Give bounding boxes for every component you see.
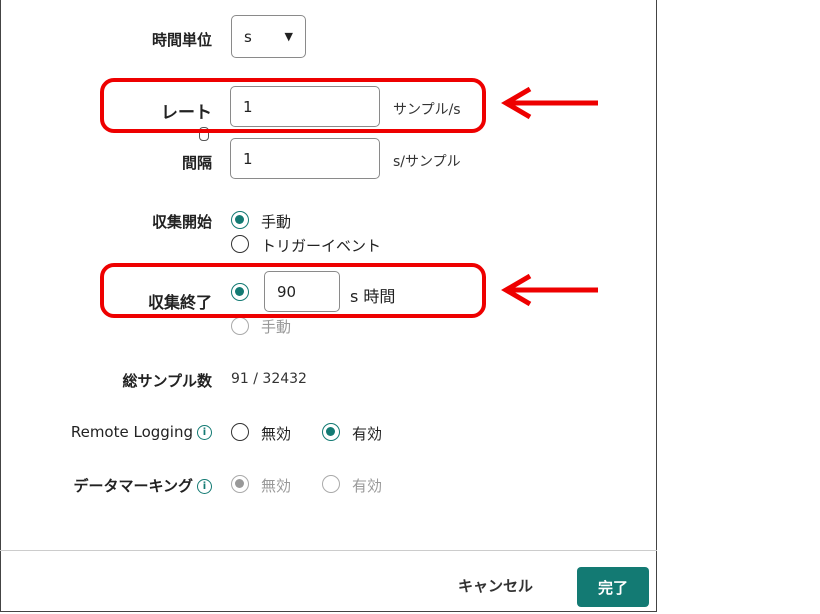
- remote-off-label: 無効: [261, 425, 292, 443]
- interval-unit: s/サンプル: [393, 154, 461, 170]
- interval-input[interactable]: 1: [230, 138, 380, 179]
- end-manual-label: 手動: [261, 318, 292, 336]
- start-trigger-radio[interactable]: [231, 235, 249, 253]
- total-samples-label: 総サンプル数: [122, 372, 212, 390]
- marking-off-radio[interactable]: [231, 475, 249, 493]
- arrow-left-icon: [501, 86, 598, 120]
- cancel-button[interactable]: キャンセル: [458, 575, 533, 596]
- marking-on-label: 有効: [352, 477, 383, 495]
- done-button[interactable]: 完了: [577, 567, 649, 607]
- remote-logging-label: Remote Logging: [70, 423, 193, 441]
- info-icon[interactable]: i: [197, 425, 212, 440]
- total-samples-value: 91 / 32432: [231, 371, 307, 387]
- collect-end-highlight-box: [100, 263, 486, 318]
- data-marking-label-wrap: データマーキング i: [40, 475, 212, 496]
- remote-logging-label-wrap: Remote Logging i: [40, 423, 212, 441]
- arrow-left-icon: [501, 273, 598, 307]
- start-manual-radio[interactable]: [231, 211, 249, 229]
- time-unit-value: s: [244, 27, 252, 46]
- marking-off-label: 無効: [261, 477, 292, 495]
- interval-label: 間隔: [181, 154, 212, 172]
- info-icon[interactable]: i: [197, 479, 212, 494]
- data-marking-label: データマーキング: [73, 477, 193, 495]
- start-manual-label: 手動: [261, 213, 292, 231]
- time-unit-select[interactable]: s ▼: [231, 15, 306, 58]
- footer-divider: [0, 550, 657, 551]
- time-unit-label: 時間単位: [151, 31, 212, 49]
- remote-on-label: 有効: [352, 425, 383, 443]
- marking-on-radio[interactable]: [322, 475, 340, 493]
- rate-highlight-box: [100, 78, 486, 133]
- remote-on-radio[interactable]: [322, 423, 340, 441]
- remote-off-radio[interactable]: [231, 423, 249, 441]
- collect-start-label: 収集開始: [151, 213, 212, 231]
- end-manual-radio[interactable]: [231, 317, 249, 335]
- dropdown-arrow-icon: ▼: [284, 30, 293, 43]
- start-trigger-label: トリガーイベント: [261, 237, 382, 255]
